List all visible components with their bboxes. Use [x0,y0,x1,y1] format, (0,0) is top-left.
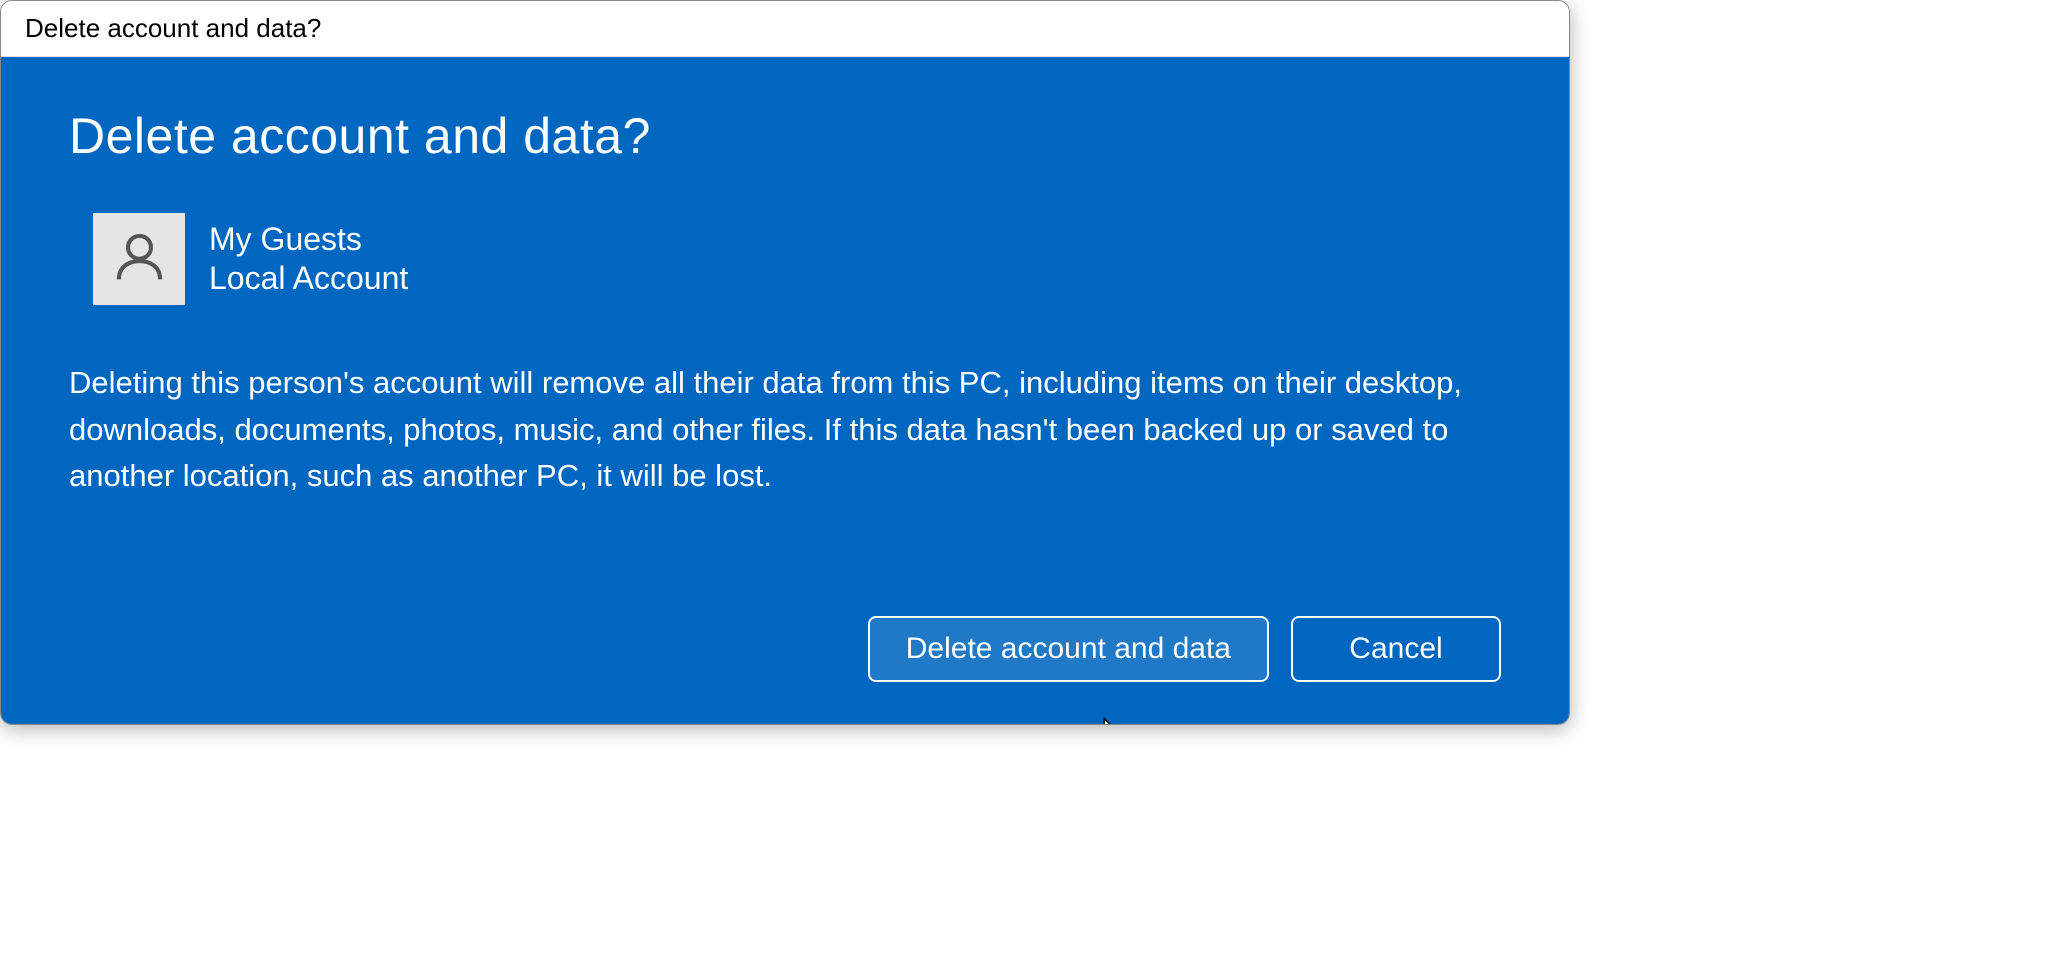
dialog-window: Delete account and data? Delete account … [0,0,1570,725]
account-name: My Guests [209,221,408,258]
dialog-body: Delete account and data? My Guests Local… [1,57,1569,724]
warning-text: Deleting this person's account will remo… [69,360,1501,500]
account-text: My Guests Local Account [209,221,408,297]
button-row: Delete account and data Cancel [69,576,1501,682]
window-title: Delete account and data? [25,13,321,43]
cancel-button[interactable]: Cancel [1291,616,1501,682]
dialog-heading: Delete account and data? [69,107,1501,165]
account-info: My Guests Local Account [93,213,1501,305]
window-titlebar[interactable]: Delete account and data? [1,1,1569,57]
user-icon [112,229,167,289]
cursor-icon [1101,717,1133,725]
account-type: Local Account [209,260,408,297]
delete-account-button[interactable]: Delete account and data [868,616,1269,682]
avatar [93,213,185,305]
